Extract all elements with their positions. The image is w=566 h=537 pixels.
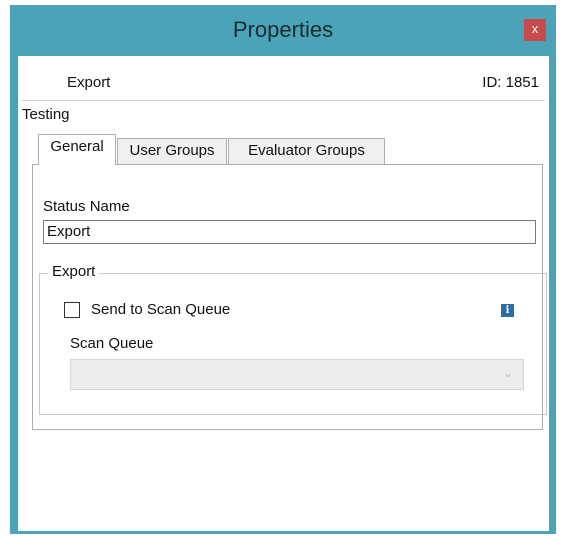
export-group-legend: Export <box>48 263 100 280</box>
tab-user-groups[interactable]: User Groups <box>117 138 227 164</box>
info-icon[interactable]: i <box>501 304 514 317</box>
section-label: Testing <box>22 106 70 123</box>
chevron-down-icon: ⌄ <box>502 366 513 380</box>
scan-queue-label: Scan Queue <box>70 335 154 352</box>
scan-queue-dropdown[interactable]: ⌄ <box>70 359 524 390</box>
title-bar[interactable]: Properties x <box>10 5 556 55</box>
header-divider <box>22 100 545 101</box>
properties-window: Properties x Export ID: 1851 Testing Gen… <box>10 5 556 534</box>
tab-general[interactable]: General <box>38 134 116 165</box>
window-title: Properties <box>232 17 334 42</box>
general-tab-panel: Status Name Export Export Send to Scan Q… <box>32 164 547 430</box>
dialog-body: Export ID: 1851 Testing General User Gro… <box>18 56 549 531</box>
status-header-name: Export <box>67 74 111 91</box>
status-name-input[interactable]: Export <box>43 220 536 244</box>
status-name-label: Status Name <box>43 198 130 215</box>
status-id: ID: 1851 <box>482 74 539 91</box>
send-to-scan-queue-checkbox[interactable] <box>64 302 80 318</box>
close-button[interactable]: x <box>524 19 546 41</box>
export-groupbox: Export Send to Scan Queue i Scan Queue ⌄ <box>39 263 547 415</box>
tab-evaluator-groups[interactable]: Evaluator Groups <box>228 138 385 164</box>
send-to-scan-queue-label[interactable]: Send to Scan Queue <box>91 301 230 318</box>
